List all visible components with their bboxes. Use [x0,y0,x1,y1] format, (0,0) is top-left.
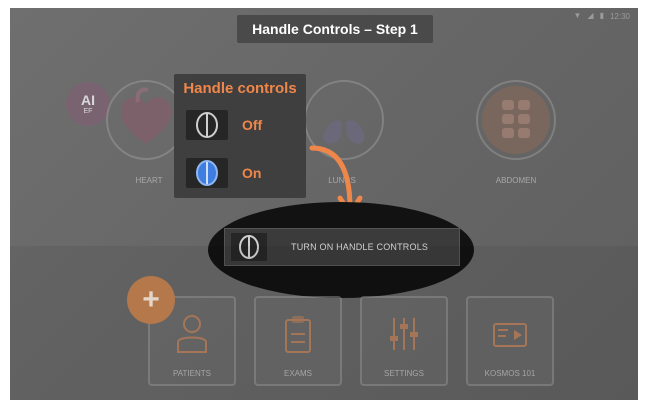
status-bar: ▼ ◢ ▮ 12:30 [573,10,630,22]
kosmos-101-card[interactable]: KOSMOS 101 [466,296,554,386]
kosmos-101-label: KOSMOS 101 [484,369,536,378]
tutorial-title-banner: Handle Controls – Step 1 [237,15,433,43]
ai-badge-text: AI [81,91,95,108]
handle-off-icon [186,110,228,140]
settings-label: SETTINGS [383,369,424,378]
plus-icon: + [142,283,160,316]
settings-card[interactable]: SETTINGS [360,296,448,386]
battery-icon: ▮ [599,11,604,20]
video-tutorial-icon [493,323,527,347]
sliders-icon [390,318,418,350]
abdomen-icon [482,86,550,154]
app-screen: ▼ ◢ ▮ 12:30 Handle Controls – Step 1 AI … [10,8,638,400]
page-title: Handle Controls – Step 1 [252,21,418,37]
patient-icon [177,315,207,353]
handle-controls-legend: Handle controls Off On [174,74,306,198]
turn-on-handle-controls-label: TURN ON HANDLE CONTROLS [291,242,429,252]
exams-card[interactable]: EXAMS [254,296,342,386]
ai-ef-button[interactable]: AI EF [66,82,110,126]
handle-off-label: Off [242,117,263,133]
add-button[interactable]: + [127,276,175,324]
handle-controls-off-row: Off [186,110,262,140]
exams-clipboard-icon [285,316,311,353]
organ-abdomen-label: ABDOMEN [495,176,537,185]
signal-icon: ◢ [587,11,594,20]
patients-label: PATIENTS [173,369,211,378]
status-time: 12:30 [609,11,630,21]
handle-on-label: On [242,165,262,181]
heart-icon [121,87,171,144]
ef-badge-text: EF [83,107,93,115]
handle-controls-title: Handle controls [183,80,297,97]
handle-controls-icon [231,233,267,261]
exams-label: EXAMS [283,369,312,378]
handle-on-icon [186,158,228,188]
handle-controls-on-row: On [186,158,261,188]
wifi-icon: ▼ [573,11,582,20]
turn-on-handle-controls-button[interactable]: TURN ON HANDLE CONTROLS [224,228,460,266]
organ-abdomen-button[interactable] [476,80,556,160]
